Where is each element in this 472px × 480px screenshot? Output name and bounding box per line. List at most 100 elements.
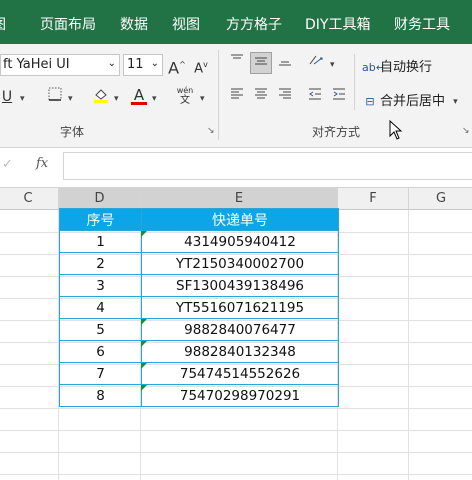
chevron-down-icon[interactable]: ▾ bbox=[200, 94, 205, 104]
group-divider bbox=[218, 50, 219, 140]
chevron-down-icon[interactable]: ▾ bbox=[68, 94, 73, 104]
font-size-box[interactable]: 11 ⌄ bbox=[123, 54, 163, 76]
table-row: 7 75474514552626 bbox=[59, 362, 339, 385]
align-bottom-button[interactable] bbox=[274, 52, 296, 74]
column-header-f[interactable]: F bbox=[338, 188, 409, 210]
tab-data[interactable]: 数据 bbox=[120, 14, 148, 34]
borders-button[interactable] bbox=[44, 86, 66, 108]
cell-tracking[interactable]: SF1300439138496 bbox=[141, 274, 339, 297]
gridline bbox=[0, 408, 472, 409]
tab-page-layout[interactable]: 页面布局 bbox=[40, 14, 96, 34]
fill-color-button[interactable] bbox=[90, 86, 112, 108]
align-left-button[interactable] bbox=[226, 86, 248, 108]
cell-no[interactable]: 1 bbox=[59, 230, 142, 253]
spreadsheet-grid[interactable]: C D E F G 序号 快递单号 1 4314905940412 2 YT21… bbox=[0, 188, 472, 480]
ribbon: ft YaHei UI ⌄ 11 ⌄ A^ Av U ▾ ▾ ▾ A ▾ wén… bbox=[0, 44, 472, 148]
cell-tracking[interactable]: 75470298970291 bbox=[141, 384, 339, 407]
chevron-down-icon[interactable]: ▾ bbox=[330, 60, 335, 70]
tracking-value: 75470298970291 bbox=[179, 387, 301, 404]
font-color-swatch bbox=[131, 102, 147, 105]
align-middle-button[interactable] bbox=[250, 52, 272, 74]
ribbon-tabs: 图 页面布局 数据 视图 方方格子 DIY工具箱 财务工具 bbox=[0, 0, 472, 44]
decrease-indent-button[interactable] bbox=[304, 86, 326, 108]
error-indicator-icon[interactable] bbox=[141, 363, 147, 369]
chevron-down-icon[interactable]: ▾ bbox=[453, 97, 458, 107]
cell-no[interactable]: 2 bbox=[59, 252, 142, 275]
error-indicator-icon[interactable] bbox=[141, 231, 147, 237]
text-orientation-icon bbox=[309, 55, 323, 65]
cell-no[interactable]: 6 bbox=[59, 340, 142, 363]
phonetic-button[interactable]: wén 文 bbox=[174, 84, 196, 106]
tracking-value: YT5516071621195 bbox=[175, 299, 305, 316]
cell-tracking[interactable]: 9882840076477 bbox=[141, 318, 339, 341]
merge-center-button[interactable]: ⊟ 合并后居中 ▾ bbox=[362, 90, 458, 109]
align-right-button[interactable] bbox=[274, 86, 296, 108]
cell-tracking[interactable]: YT2150340002700 bbox=[141, 252, 339, 275]
cell-tracking[interactable]: 75474514552626 bbox=[141, 362, 339, 385]
font-name-box[interactable]: ft YaHei UI ⌄ bbox=[0, 54, 120, 76]
align-top-icon bbox=[231, 54, 243, 59]
fx-icon[interactable]: fx bbox=[36, 156, 48, 171]
grow-font-letter: A bbox=[168, 58, 180, 78]
align-middle-icon bbox=[255, 57, 267, 65]
chevron-down-icon[interactable]: ▾ bbox=[114, 94, 119, 104]
error-indicator-icon[interactable] bbox=[141, 341, 147, 347]
tab-finance-tools[interactable]: 财务工具 bbox=[394, 14, 450, 34]
increase-indent-button[interactable] bbox=[328, 86, 350, 108]
column-header-d[interactable]: D bbox=[59, 188, 141, 210]
tracking-value: SF1300439138496 bbox=[176, 277, 304, 294]
merge-center-label: 合并后居中 bbox=[380, 94, 446, 109]
merge-center-icon: ⊟ bbox=[365, 95, 375, 108]
chevron-down-icon[interactable]: ⌄ bbox=[108, 58, 116, 69]
grow-font-button[interactable]: A^ bbox=[166, 54, 188, 78]
cell-tracking[interactable]: 9882840132348 bbox=[141, 340, 339, 363]
check-icon[interactable]: ✓ bbox=[2, 157, 13, 172]
gridline bbox=[0, 474, 472, 475]
error-indicator-icon[interactable] bbox=[141, 385, 147, 391]
tab-view[interactable]: 视图 bbox=[172, 14, 200, 34]
tab-insert[interactable]: 图 bbox=[0, 14, 6, 34]
cell-no[interactable]: 7 bbox=[59, 362, 142, 385]
cell-no[interactable]: 5 bbox=[59, 318, 142, 341]
column-header-g[interactable]: G bbox=[409, 188, 472, 210]
wrap-text-button[interactable]: ab↵自动换行 bbox=[362, 56, 432, 75]
header-cell-tracking[interactable]: 快递单号 bbox=[141, 208, 339, 231]
chevron-down-icon[interactable]: ⌄ bbox=[151, 58, 159, 69]
font-color-button[interactable]: A bbox=[128, 84, 150, 106]
gridline bbox=[408, 210, 409, 480]
tab-diy-toolbox[interactable]: DIY工具箱 bbox=[305, 14, 370, 34]
formula-bar: ✓ fx bbox=[0, 148, 472, 188]
cell-no[interactable]: 8 bbox=[59, 384, 142, 407]
column-header-c[interactable]: C bbox=[0, 188, 59, 210]
cell-tracking[interactable]: 4314905940412 bbox=[141, 230, 339, 253]
cell-no[interactable]: 4 bbox=[59, 296, 142, 319]
orientation-button[interactable] bbox=[306, 52, 328, 74]
column-header-e[interactable]: E bbox=[141, 188, 338, 210]
table-row: 1 4314905940412 bbox=[59, 230, 339, 253]
chevron-down-icon[interactable]: ▾ bbox=[152, 94, 157, 104]
shrink-font-button[interactable]: Av bbox=[190, 54, 212, 76]
font-name-value: ft YaHei UI bbox=[3, 57, 70, 72]
table-row: 3 SF1300439138496 bbox=[59, 274, 339, 297]
tracking-value: 75474514552626 bbox=[179, 365, 301, 382]
table-row: 2 YT2150340002700 bbox=[59, 252, 339, 275]
tracking-value: 9882840132348 bbox=[184, 343, 296, 360]
shrink-font-letter: A bbox=[194, 61, 204, 77]
group-font-label: 字体 bbox=[60, 125, 85, 139]
dialog-launcher-icon[interactable]: ↘ bbox=[207, 126, 215, 136]
align-center-button[interactable] bbox=[250, 86, 272, 108]
borders-icon bbox=[48, 87, 62, 101]
cell-no[interactable]: 3 bbox=[59, 274, 142, 297]
tab-fangfang[interactable]: 方方格子 bbox=[226, 14, 282, 34]
error-indicator-icon[interactable] bbox=[141, 319, 147, 325]
cell-tracking[interactable]: YT5516071621195 bbox=[141, 296, 339, 319]
header-cell-no[interactable]: 序号 bbox=[59, 208, 142, 231]
table-header-row: 序号 快递单号 bbox=[59, 208, 339, 231]
underline-button[interactable]: U bbox=[0, 86, 18, 108]
group-alignment-label: 对齐方式 bbox=[312, 125, 361, 139]
align-top-button[interactable] bbox=[226, 52, 248, 74]
formula-input[interactable] bbox=[63, 152, 472, 180]
dialog-launcher-icon[interactable]: ↘ bbox=[462, 126, 470, 136]
phonetic-bottom: 文 bbox=[180, 95, 190, 106]
chevron-down-icon[interactable]: ▾ bbox=[20, 94, 25, 104]
